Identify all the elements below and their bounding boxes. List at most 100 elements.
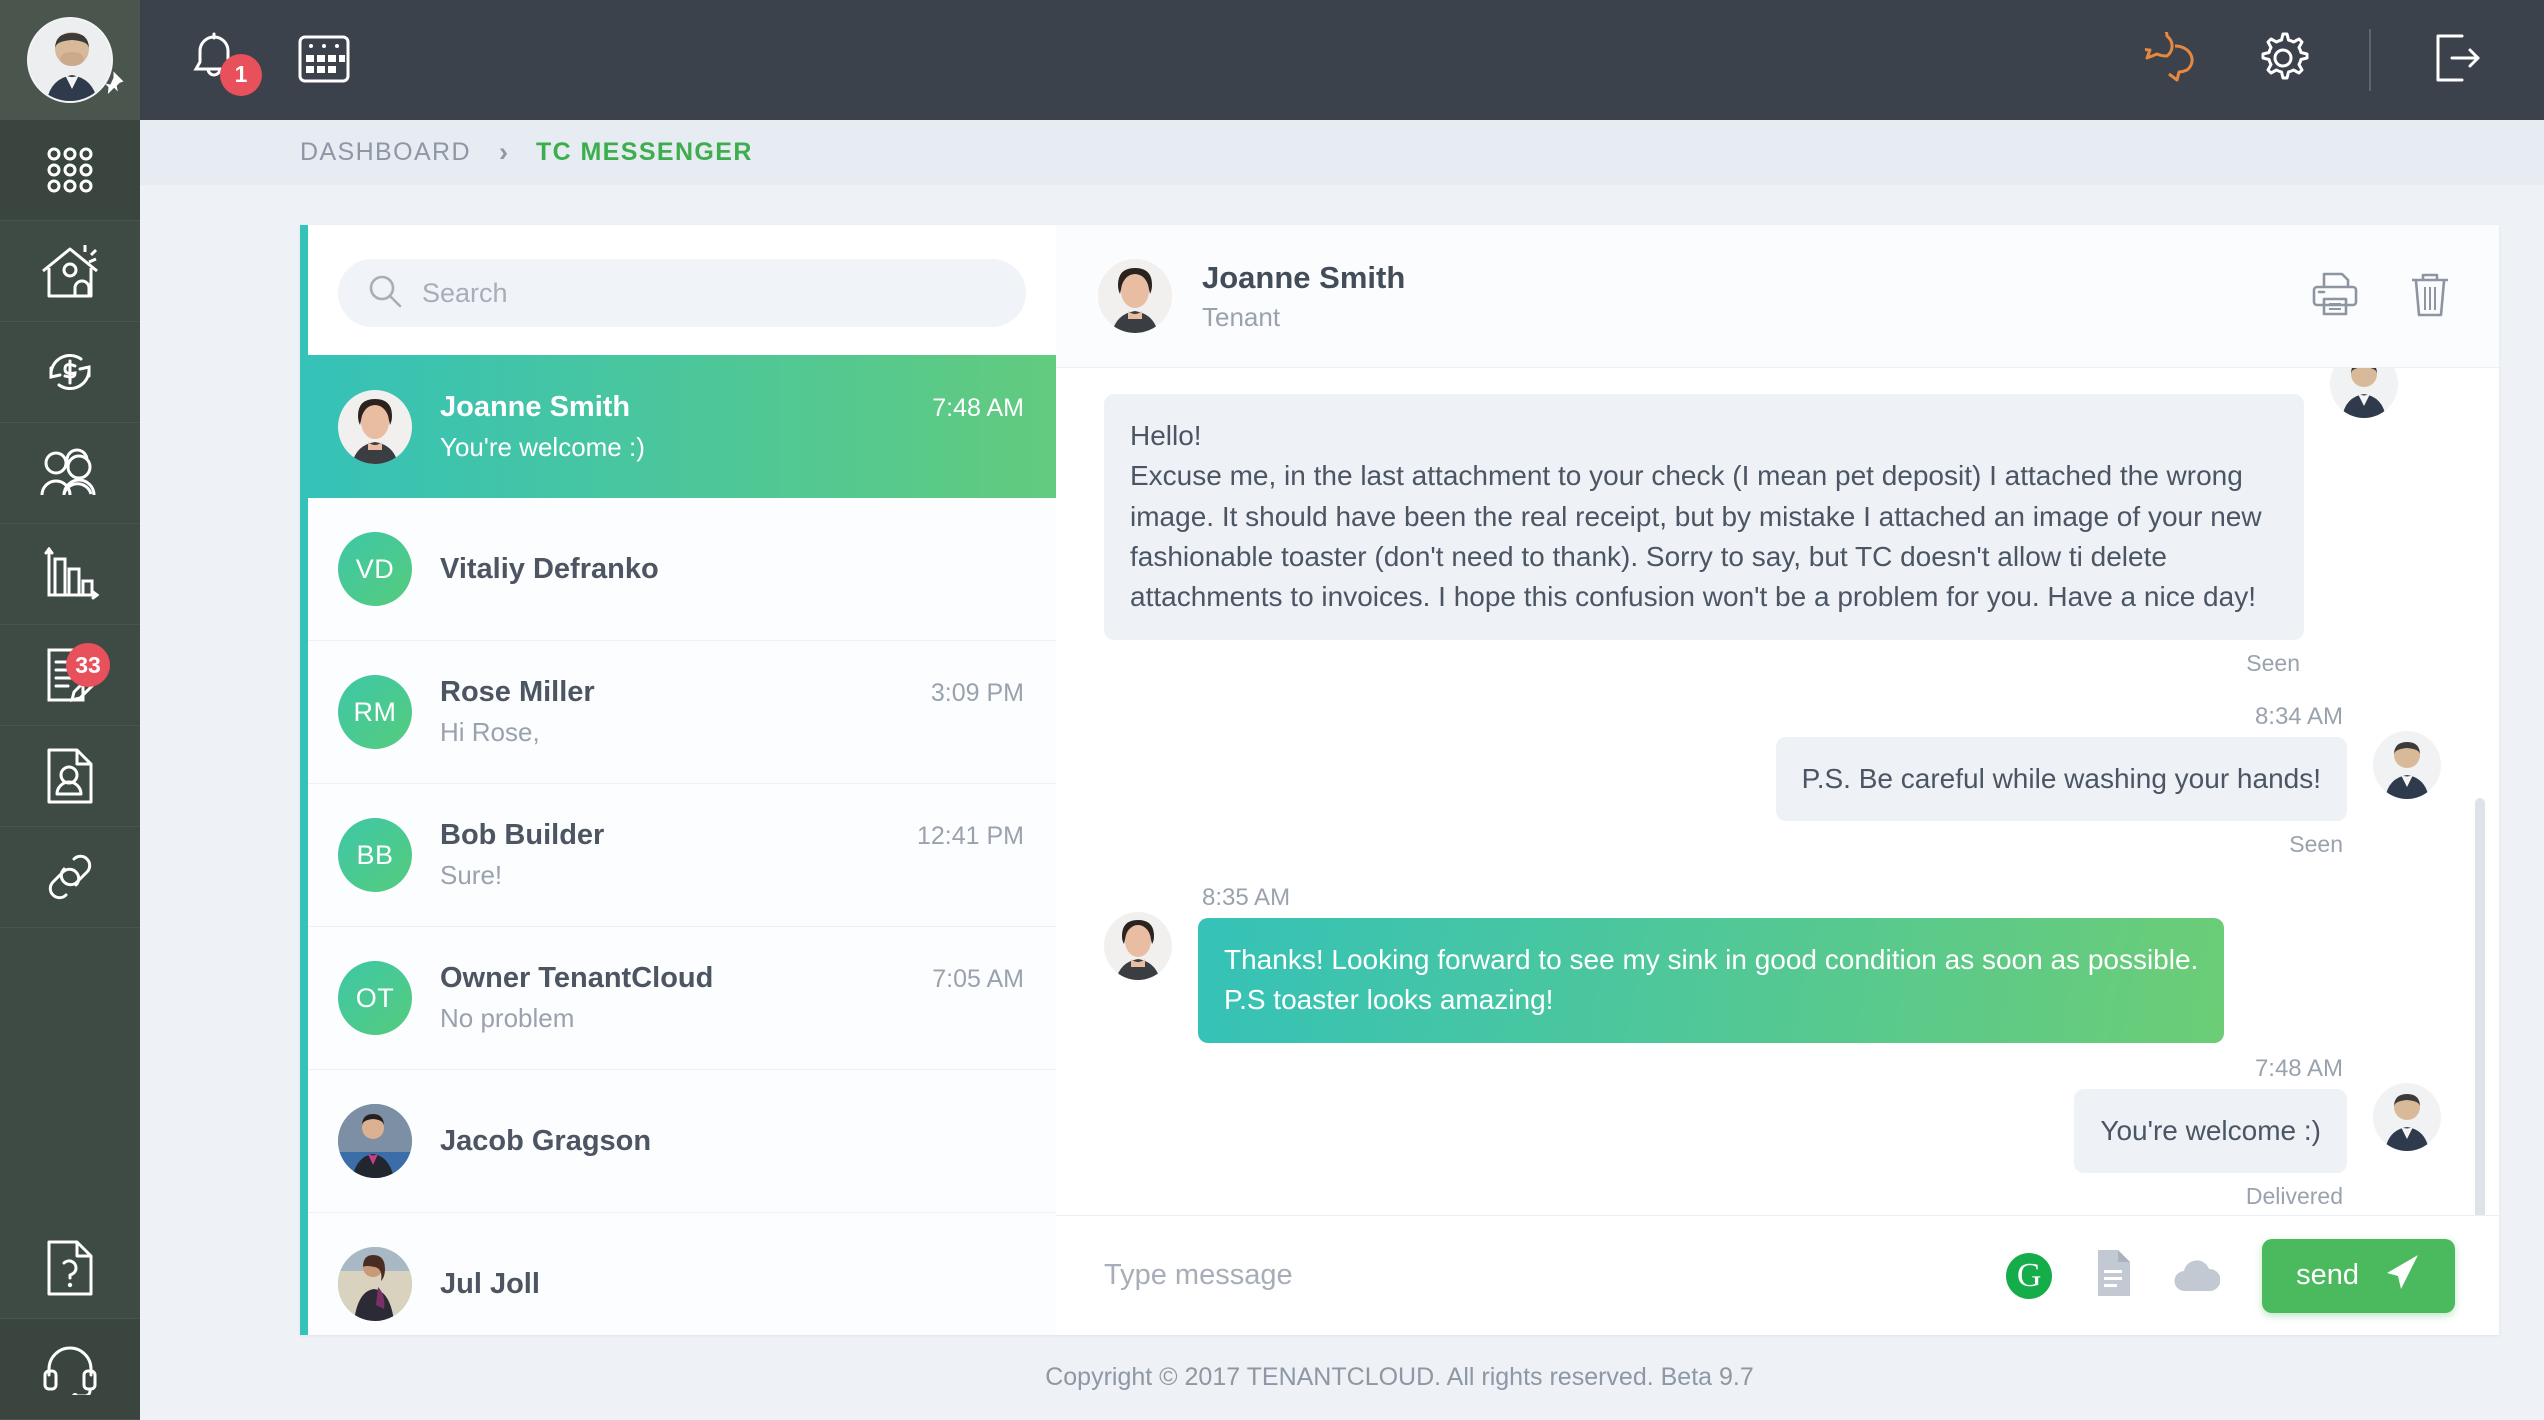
sidebar-item-support[interactable] (0, 1319, 140, 1420)
avatar-photo-man (2373, 730, 2441, 799)
conversation-time: 7:48 AM (932, 393, 1024, 422)
logout-icon (2430, 32, 2482, 89)
avatar (1104, 911, 1172, 980)
list-item[interactable]: OT Owner TenantCloud 7:05 AM No problem (308, 927, 1056, 1070)
conversation-scroll: Joanne Smith 7:48 AM You're welcome :) V… (308, 355, 1056, 1335)
trash-icon[interactable] (2409, 270, 2451, 323)
dollar-refresh-icon (39, 344, 101, 400)
copyright-text: Copyright © 2017 TENANTCLOUD. All rights… (1045, 1363, 1754, 1391)
sidebar-item-help[interactable] (0, 1218, 140, 1319)
top-bar: 1 (140, 0, 2544, 120)
cloud-upload-icon[interactable] (2174, 1253, 2221, 1298)
message-composer: G (1056, 1215, 2499, 1335)
main-area: 1 DASHBOARD › TC MESSENGER Search Joanne… (140, 0, 2544, 1420)
list-item-body: Vitaliy Defranko (440, 553, 1024, 586)
search-box[interactable] (338, 259, 1026, 327)
breadcrumb-dashboard[interactable]: DASHBOARD (300, 138, 471, 167)
message-bubble: P.S. Be careful while washing your hands… (1775, 736, 2347, 821)
paper-plane-icon (2383, 1253, 2421, 1299)
calendar-button[interactable] (298, 33, 350, 88)
search-input[interactable] (422, 277, 996, 309)
message-time: 8:35 AM (1202, 883, 1291, 911)
sidebar-item-maintenance[interactable]: 33 (0, 625, 140, 726)
conversation-name: Rose Miller (440, 676, 595, 708)
messenger-button[interactable] (2131, 20, 2201, 89)
list-item-top-row: Vitaliy Defranko (440, 553, 1024, 586)
conversation-time: 7:05 AM (932, 965, 1024, 993)
list-item[interactable]: VD Vitaliy Defranko (308, 498, 1056, 641)
logout-button[interactable] (2430, 32, 2482, 89)
list-item-top-row: Bob Builder 12:41 PM (440, 819, 1024, 852)
send-button[interactable]: send (2262, 1238, 2455, 1313)
chat-bubbles-icon (2131, 20, 2201, 89)
list-item-body: Rose Miller 3:09 PM Hi Rose, (440, 676, 1024, 748)
conversation-snippet: Hi Rose, (440, 717, 540, 747)
sidebar-item-reports[interactable] (0, 524, 140, 625)
list-item-top-row: Jul Joll (440, 1268, 1024, 1301)
message-bubble: Thanks! Looking forward to see my sink i… (1198, 917, 2225, 1043)
avatar-initials: BB (338, 818, 412, 892)
avatar-photo-man (2373, 1082, 2441, 1151)
sidebar-item-links[interactable] (0, 827, 140, 928)
pin-icon[interactable] (96, 69, 126, 104)
rail-user-avatar-cell[interactable] (0, 0, 140, 120)
list-item-body: Jul Joll (440, 1268, 1024, 1301)
sidebar-item-properties[interactable] (0, 221, 140, 322)
grammarly-icon[interactable]: G (2006, 1252, 2053, 1299)
search-wrapper (308, 225, 1056, 355)
breadcrumb: DASHBOARD › TC MESSENGER (140, 120, 2544, 185)
avatar-photo-man2 (338, 1104, 412, 1178)
avatar-photo-woman2 (338, 1247, 412, 1321)
notifications-button[interactable]: 1 (190, 32, 262, 96)
top-bar-divider (2369, 29, 2371, 91)
conversation-snippet: Sure! (440, 860, 503, 890)
conversation-name: Owner TenantCloud (440, 962, 714, 994)
conversation-name: Vitaliy Defranko (440, 552, 659, 585)
page-title: Joanne Smith (1202, 259, 1406, 295)
document-icon[interactable] (2094, 1250, 2132, 1301)
list-item[interactable]: Jacob Gragson (308, 1070, 1056, 1213)
list-item[interactable]: RM Rose Miller 3:09 PM Hi Rose, (308, 641, 1056, 784)
list-item-top-row: Jacob Gragson (440, 1125, 1024, 1158)
list-item-body: Joanne Smith 7:48 AM You're welcome :) (440, 391, 1024, 463)
sidebar-item-apps[interactable] (0, 120, 140, 221)
settings-button[interactable] (2256, 31, 2310, 90)
top-bar-left: 1 (190, 32, 350, 96)
conversation-time: 12:41 PM (916, 822, 1024, 850)
chat-pane: Joanne Smith Tenant Hello! Excuse me, in… (1056, 225, 2499, 1335)
question-document-icon (44, 1239, 96, 1297)
printer-icon[interactable] (2311, 271, 2359, 322)
avatar (338, 1247, 412, 1321)
apps-grid-icon (42, 142, 98, 198)
left-nav-rail: 33 (0, 0, 140, 1420)
calendar-icon (298, 33, 350, 88)
message-status: Seen (2289, 830, 2343, 857)
conversation-name: Joanne Smith (440, 390, 631, 423)
list-item-body: Jacob Gragson (440, 1125, 1024, 1158)
list-item-top-row: Joanne Smith 7:48 AM (440, 391, 1024, 424)
message-scrollbar[interactable] (2475, 798, 2485, 1215)
sidebar-item-payments[interactable] (0, 322, 140, 423)
messenger-panel: Joanne Smith 7:48 AM You're welcome :) V… (300, 225, 2499, 1335)
list-item-body: Owner TenantCloud 7:05 AM No problem (440, 962, 1024, 1034)
maintenance-badge: 33 (66, 643, 110, 687)
avatar-photo-man (2330, 368, 2398, 418)
list-item[interactable]: Joanne Smith 7:48 AM You're welcome :) (308, 355, 1056, 498)
sidebar-item-tenants[interactable] (0, 423, 140, 524)
sidebar-item-applications[interactable] (0, 726, 140, 827)
message-bubble: Hello! Excuse me, in the last attachment… (1104, 394, 2304, 640)
conversation-snippet: You're welcome :) (440, 431, 645, 462)
message-input[interactable] (1104, 1259, 1965, 1292)
avatar (2373, 1082, 2441, 1151)
top-bar-right (2131, 20, 2544, 91)
home-property-icon (39, 242, 101, 300)
send-button-label: send (2296, 1259, 2359, 1291)
message-time: 7:48 AM (2254, 1054, 2343, 1082)
person-document-icon (44, 747, 96, 805)
avatar-photo-woman (338, 389, 412, 464)
breadcrumb-current: TC MESSENGER (535, 138, 753, 166)
conversation-list: Joanne Smith 7:48 AM You're welcome :) V… (300, 225, 1056, 1335)
list-item[interactable]: Jul Joll (308, 1213, 1056, 1335)
list-item[interactable]: BB Bob Builder 12:41 PM Sure! (308, 784, 1056, 927)
chat-header-info: Joanne Smith Tenant (1202, 260, 1405, 333)
